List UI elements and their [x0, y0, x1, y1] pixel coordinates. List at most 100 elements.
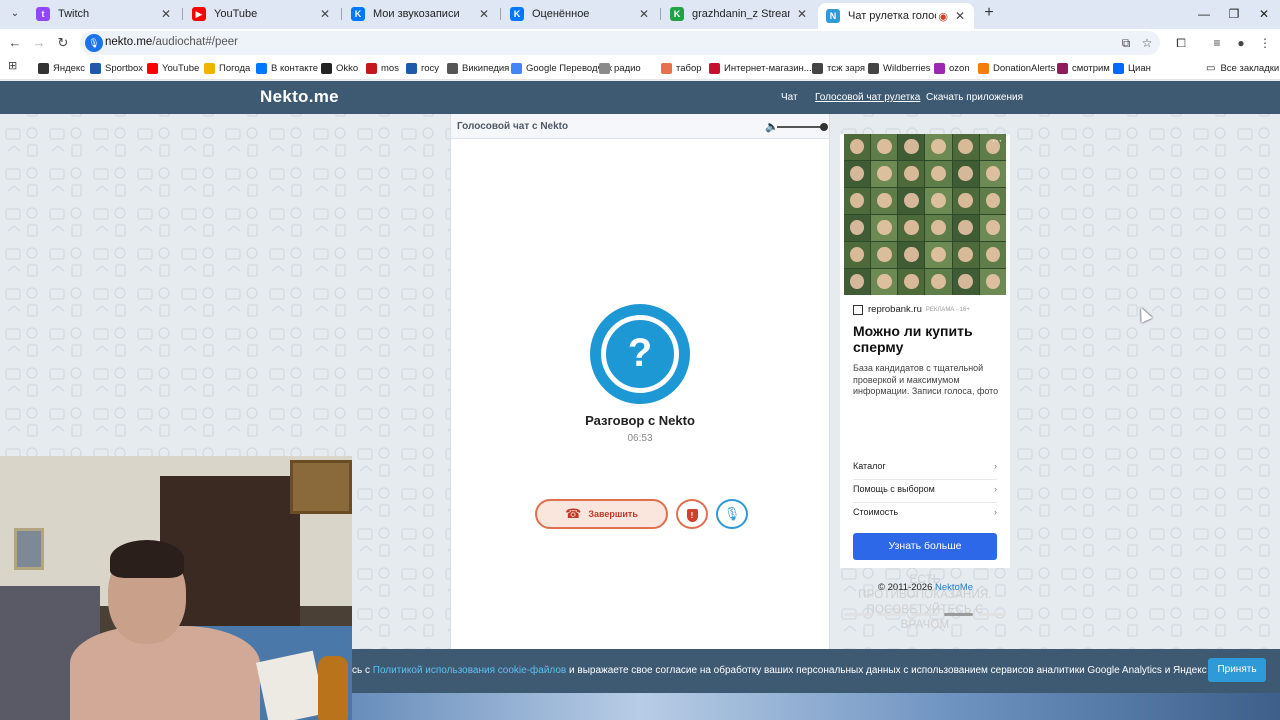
- bookmark-favicon-icon: [447, 62, 458, 74]
- cookie-notice-text: сь с Политикой использования cookie-файл…: [352, 665, 1252, 676]
- ad-link-help[interactable]: Помощь с выбором ›: [853, 481, 997, 503]
- address-bar[interactable]: 🎙 nekto.me/audiochat#/peer: [80, 31, 1160, 55]
- bookmark-item[interactable]: табор: [661, 60, 702, 76]
- ad-cta-button[interactable]: Узнать больше: [853, 533, 997, 560]
- chevron-right-icon: ›: [994, 461, 997, 471]
- end-call-label: Завершить: [588, 509, 638, 519]
- back-icon[interactable]: ←: [5, 33, 25, 53]
- bookmark-label: Погода: [219, 62, 251, 74]
- minimize-icon[interactable]: —: [1194, 5, 1214, 23]
- bookmark-item[interactable]: В контакте: [256, 60, 318, 76]
- bookmark-item[interactable]: Okko: [321, 60, 358, 76]
- ad-face-thumbnail: [979, 161, 1006, 187]
- url-text[interactable]: nekto.me/audiochat#/peer: [105, 36, 238, 48]
- carousel-dot[interactable]: [977, 613, 1007, 616]
- reload-icon[interactable]: ↻: [53, 33, 73, 53]
- advertisement[interactable]: ⋯ reprobank.ru РЕКЛАМА · 16+ Можно ли ку…: [840, 134, 1010, 631]
- shield-alert-icon: !: [686, 509, 698, 522]
- ad-link-price[interactable]: Стоимость ›: [853, 504, 997, 526]
- ad-domain[interactable]: reprobank.ru РЕКЛАМА · 16+: [853, 304, 970, 315]
- apps-grid-icon[interactable]: ⊞: [8, 60, 20, 72]
- url-path: /audiochat#/peer: [152, 36, 238, 48]
- ad-face-thumbnail: [979, 188, 1006, 214]
- volume-slider-handle[interactable]: [820, 123, 828, 131]
- close-icon[interactable]: ✕: [796, 7, 808, 21]
- close-icon[interactable]: ✕: [638, 7, 650, 21]
- tab-vk-rated[interactable]: K Оценённое ✕: [502, 3, 658, 25]
- media-control-icon[interactable]: ≡: [1208, 34, 1226, 52]
- carousel-dot[interactable]: [877, 613, 906, 616]
- bookmark-item[interactable]: DonationAlerts: [978, 60, 1055, 76]
- bookmark-item[interactable]: Погода: [204, 60, 250, 76]
- report-button[interactable]: !: [676, 499, 708, 529]
- close-icon[interactable]: ✕: [478, 7, 490, 21]
- bookmark-item[interactable]: Google Переводчик: [511, 60, 612, 76]
- ad-title[interactable]: Можно ли купить сперму: [853, 323, 1003, 355]
- install-app-icon[interactable]: ⧉: [1117, 34, 1135, 52]
- restore-icon[interactable]: ❐: [1224, 5, 1244, 23]
- call-timer: 06:53: [627, 433, 653, 444]
- bookmark-item[interactable]: радио: [599, 60, 641, 76]
- ad-options-icon[interactable]: ⋯: [992, 136, 1002, 147]
- bookmark-favicon-icon: [406, 62, 417, 74]
- menu-kebab-icon[interactable]: ⋮: [1256, 34, 1274, 52]
- bookmarks-bar: ⊞ Яндекс Sportbox YouTube Погода В контакте O…: [0, 56, 1280, 80]
- bookmark-item[interactable]: Интернет-магазин...: [709, 60, 812, 76]
- bookmark-label: Okko: [336, 62, 359, 74]
- microphone-permission-icon[interactable]: 🎙: [85, 34, 103, 52]
- forward-icon[interactable]: →: [29, 33, 49, 53]
- bookmark-item[interactable]: тсж заря: [812, 60, 865, 76]
- bookmark-item[interactable]: YouTube: [147, 60, 199, 76]
- bookmark-favicon-icon: [1057, 62, 1068, 74]
- nav-voice-roulette[interactable]: Голосовой чат рулетка: [815, 92, 920, 103]
- tab-divider: [500, 8, 501, 20]
- volume-slider[interactable]: [777, 126, 823, 128]
- bookmark-item[interactable]: госу: [406, 60, 439, 76]
- bookmark-item[interactable]: смотрим: [1057, 60, 1110, 76]
- ad-link-label: Каталог: [853, 461, 886, 471]
- end-call-button[interactable]: ☎ Завершить: [535, 499, 668, 529]
- ad-face-thumbnail: [952, 215, 979, 241]
- bookmark-item[interactable]: Яндекс: [38, 60, 85, 76]
- ad-face-thumbnail: [871, 242, 898, 268]
- new-tab-icon[interactable]: +: [980, 4, 998, 22]
- tab-youtube[interactable]: ▶ YouTube ✕: [184, 3, 339, 25]
- tab-title: Оценённое: [532, 8, 590, 20]
- close-icon[interactable]: ✕: [160, 7, 172, 21]
- tab-search-icon[interactable]: ⌄: [6, 5, 24, 23]
- nav-chat[interactable]: Чат: [781, 92, 798, 103]
- bookmark-item[interactable]: Циан: [1113, 60, 1151, 76]
- tab-divider: [660, 8, 661, 20]
- all-bookmarks-folder[interactable]: ▭ Все закладки: [1206, 60, 1279, 76]
- question-mark-icon: ?: [627, 331, 653, 375]
- microphone-toggle-button[interactable]: 🎙: [716, 499, 748, 529]
- close-icon[interactable]: ✕: [319, 7, 331, 21]
- bookmark-item[interactable]: Sportbox: [90, 60, 143, 76]
- bookmark-item[interactable]: Википедия: [447, 60, 509, 76]
- ad-image-children-faces[interactable]: [844, 134, 1006, 295]
- extensions-icon[interactable]: ⧠: [1172, 34, 1190, 52]
- webcam-painting: [290, 460, 352, 514]
- accept-cookies-button[interactable]: Принять: [1208, 658, 1266, 682]
- tab-vk-audio[interactable]: K Мои звукозаписи ✕: [343, 3, 498, 25]
- nav-download-apps[interactable]: Скачать приложения: [926, 92, 1023, 103]
- bookmark-item[interactable]: mos: [366, 60, 399, 76]
- site-logo[interactable]: Nekto.me: [260, 87, 339, 107]
- ad-link-catalog[interactable]: Каталог ›: [853, 458, 997, 480]
- bookmark-item[interactable]: Wildberries: [868, 60, 931, 76]
- carousel-dot[interactable]: [844, 613, 873, 616]
- cookie-policy-link[interactable]: Политикой использования cookie-файлов: [373, 665, 566, 676]
- bookmark-star-icon[interactable]: ☆: [1138, 34, 1156, 52]
- close-icon[interactable]: ✕: [954, 9, 966, 23]
- footer-brand-link[interactable]: NektoMe: [935, 582, 973, 593]
- bookmark-item[interactable]: ozon: [934, 60, 970, 76]
- carousel-dot[interactable]: [910, 613, 940, 616]
- ad-face-thumbnail: [925, 161, 952, 187]
- nekto-icon: N: [826, 9, 840, 23]
- carousel-dot-active[interactable]: [944, 613, 973, 616]
- tab-twitch[interactable]: t Twitch ✕: [28, 3, 180, 25]
- window-close-icon[interactable]: ✕: [1254, 5, 1274, 23]
- tab-nekto-active[interactable]: N Чат рулетка голосовая — ◉ ✕: [818, 3, 974, 29]
- profile-avatar[interactable]: ●: [1232, 34, 1250, 52]
- tab-kick-stream[interactable]: K grazhdanin_z Stream - Watch L ✕: [662, 3, 816, 25]
